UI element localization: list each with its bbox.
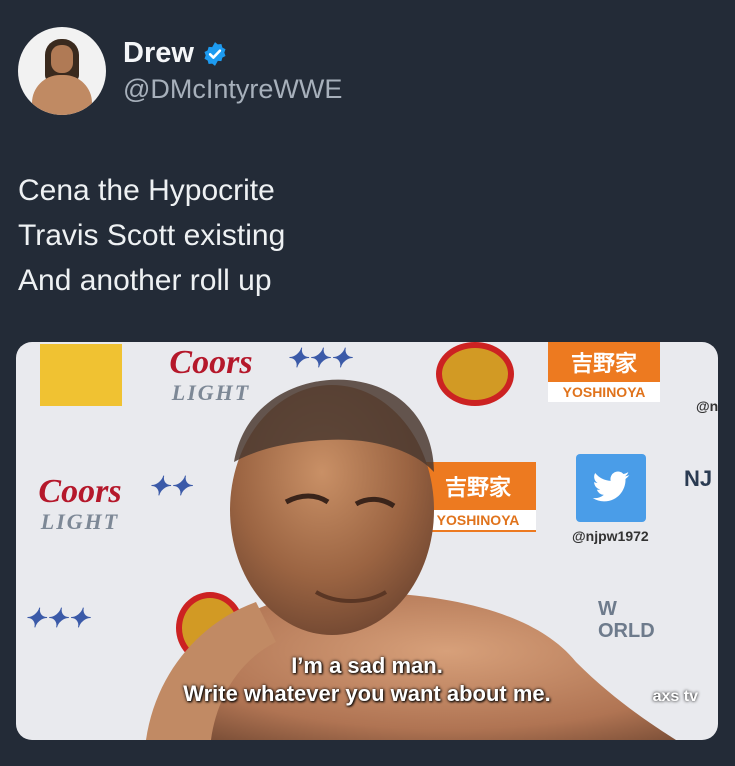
video-subtitle-line: Write whatever you want about me. [183, 681, 551, 706]
tweet-header: Drew @DMcIntyreWWE [18, 27, 342, 115]
verified-badge-icon [204, 41, 226, 66]
display-name-row: Drew [123, 37, 342, 70]
user-handle[interactable]: @DMcIntyreWWE [123, 74, 342, 105]
avatar-torso [32, 75, 92, 115]
tweet-media-image[interactable]: Coors LIGHT ✦✦✦ 吉野家 YOSHINOYA @n Coors LIG… [16, 342, 718, 740]
tweet-line: Cena the Hypocrite [18, 174, 275, 207]
author-info: Drew @DMcIntyreWWE [123, 37, 342, 105]
avatar[interactable] [18, 27, 106, 115]
tweet-text: Cena the Hypocrite Travis Scott existing… [18, 168, 285, 303]
video-subtitle-line: I’m a sad man. [291, 653, 443, 678]
avatar-face [51, 45, 73, 73]
broadcaster-watermark: axs tv [652, 688, 698, 705]
tweet-line: And another roll up [18, 264, 272, 297]
tweet-line: Travis Scott existing [18, 219, 286, 252]
display-name[interactable]: Drew [123, 37, 194, 70]
